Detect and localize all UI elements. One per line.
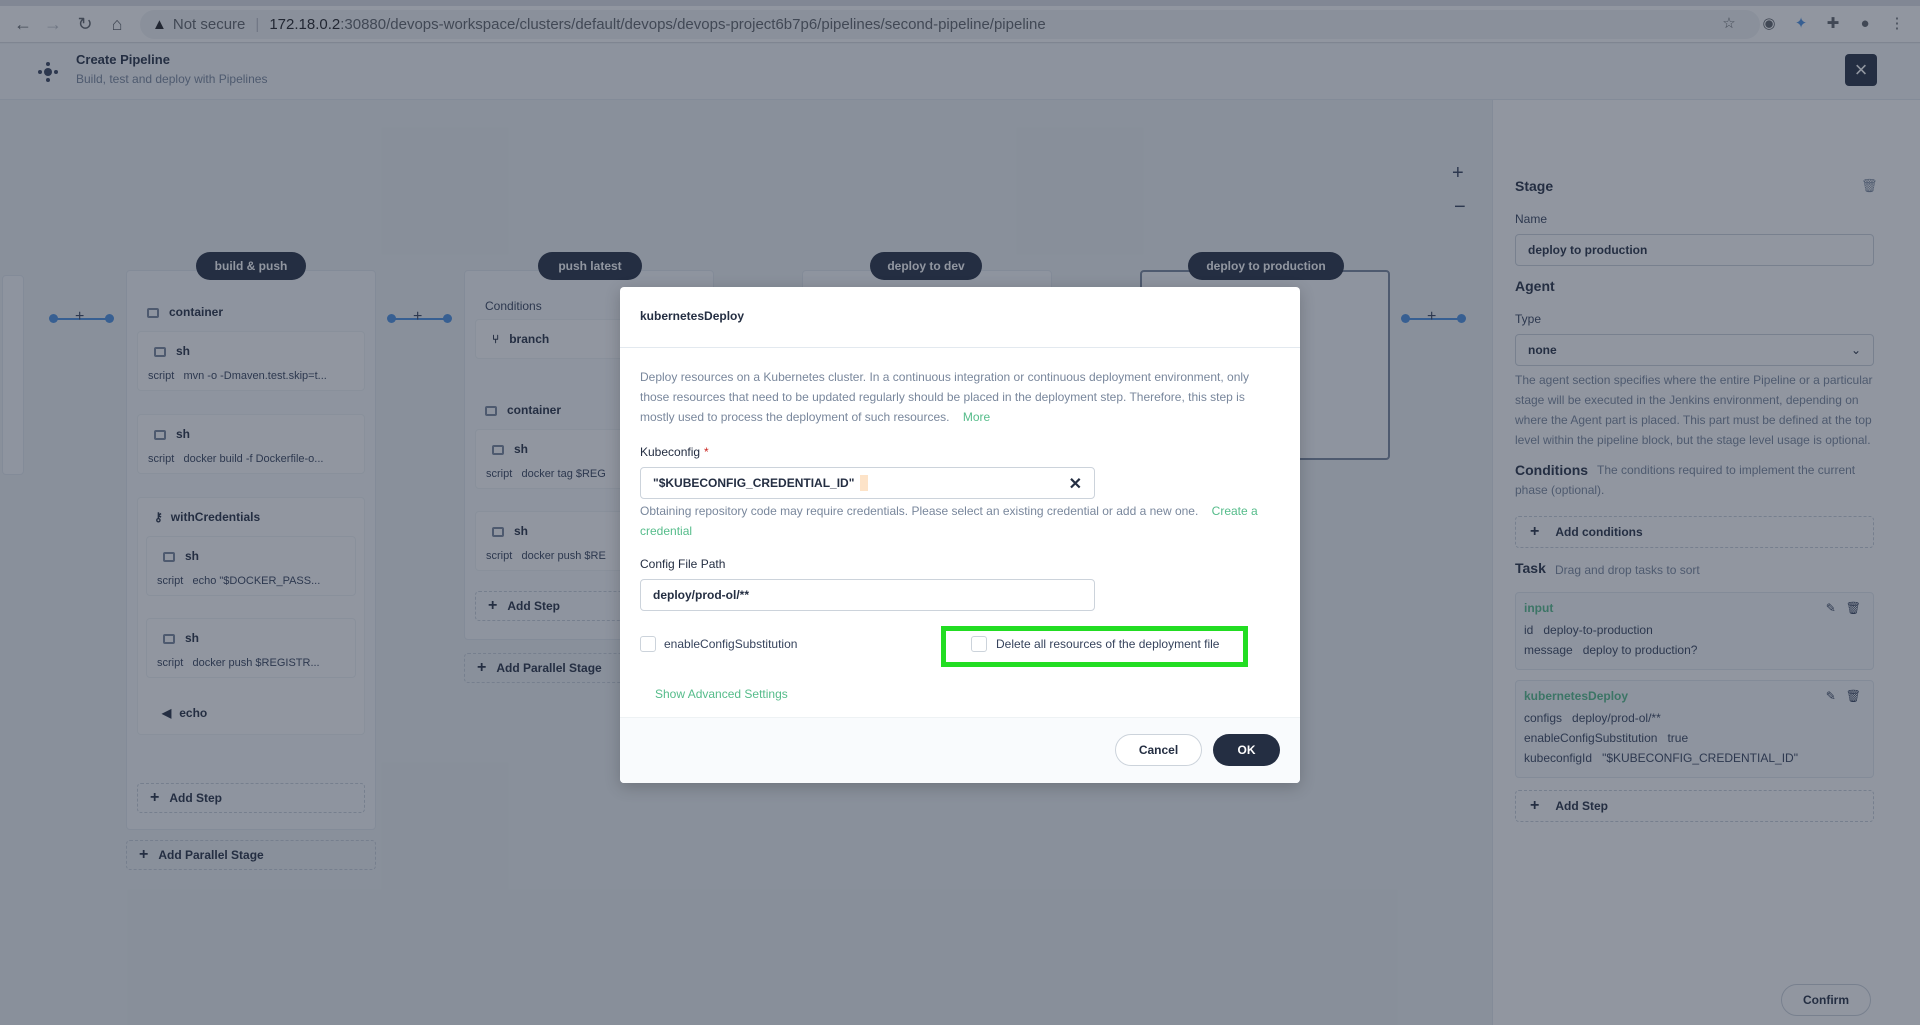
more-link[interactable]: More	[963, 410, 990, 424]
delete-all-resources-label: Delete all resources of the deployment f…	[996, 637, 1220, 651]
text-cursor	[860, 475, 869, 491]
show-advanced-settings-link[interactable]: Show Advanced Settings	[655, 687, 788, 701]
required-marker: *	[704, 445, 709, 459]
config-path-label: Config File Path	[640, 557, 726, 571]
cancel-button[interactable]: Cancel	[1115, 734, 1202, 766]
dialog-description: Deploy resources on a Kubernetes cluster…	[640, 370, 1250, 424]
config-path-input[interactable]: deploy/prod-ol/**	[640, 579, 1095, 611]
delete-all-resources-checkbox[interactable]	[971, 636, 987, 652]
enable-substitution-checkbox[interactable]	[640, 636, 656, 652]
dialog-header: kubernetesDeploy	[620, 287, 1300, 348]
clear-icon[interactable]: ✕	[1069, 474, 1082, 494]
kubeconfig-select[interactable]: "$KUBECONFIG_CREDENTIAL_ID" ✕	[640, 467, 1095, 499]
kubernetesdeploy-dialog: kubernetesDeploy Deploy resources on a K…	[620, 287, 1300, 783]
ok-button[interactable]: OK	[1213, 734, 1280, 766]
dialog-title: kubernetesDeploy	[640, 309, 745, 323]
enable-substitution-label: enableConfigSubstitution	[664, 637, 798, 651]
kubeconfig-label: Kubeconfig *	[640, 445, 709, 459]
kubeconfig-help: Obtaining repository code may require cr…	[640, 504, 1258, 538]
kubeconfig-tag: "$KUBECONFIG_CREDENTIAL_ID"	[653, 474, 855, 492]
